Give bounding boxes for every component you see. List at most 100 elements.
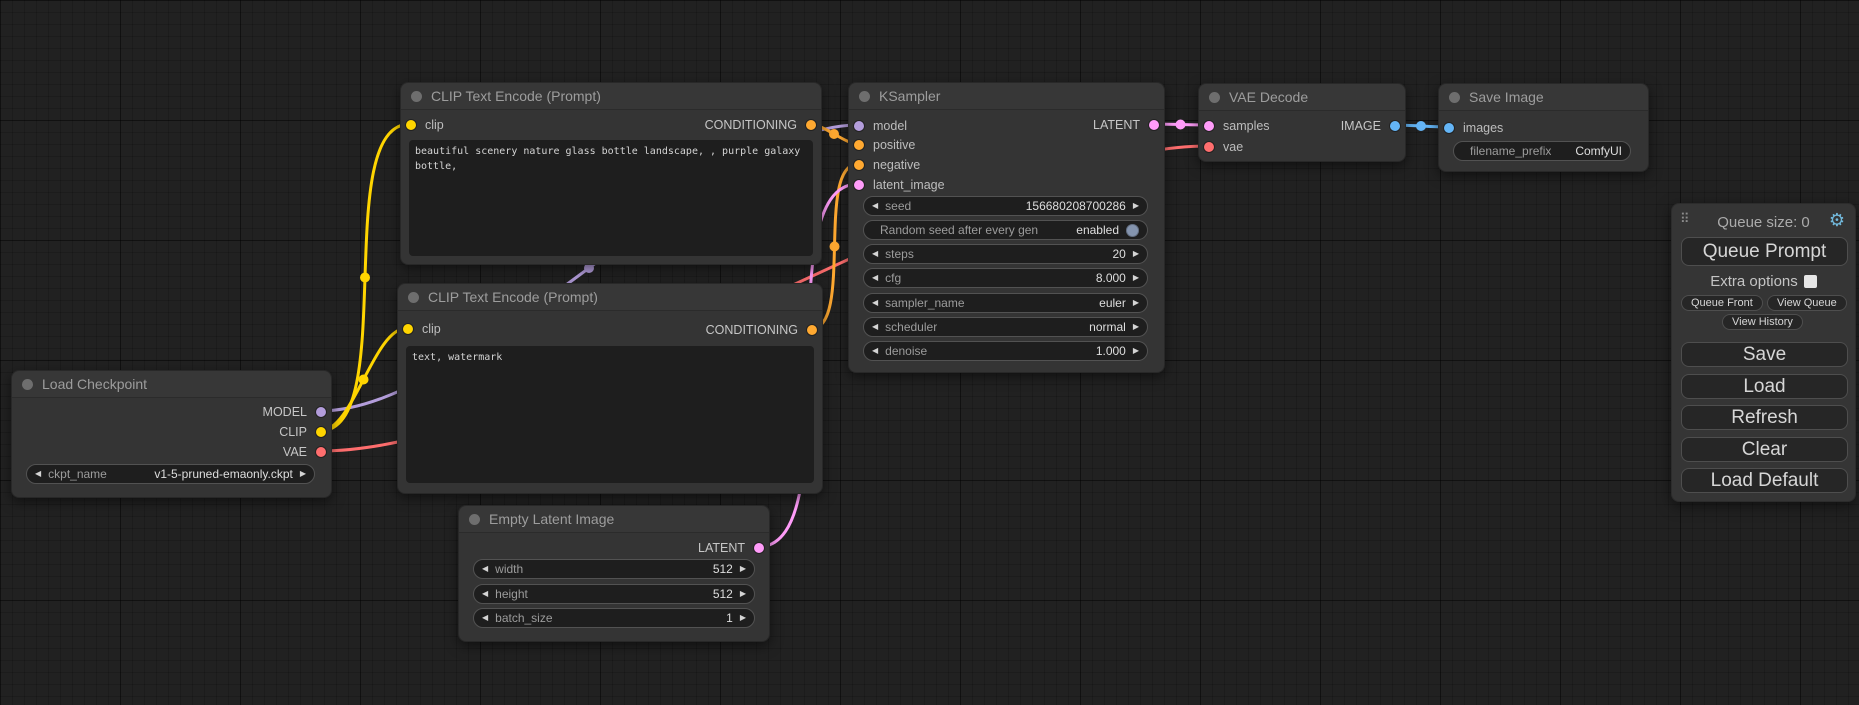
widget-ckpt-name[interactable]: ◀ ckpt_name v1-5-pruned-emaonly.ckpt ▶: [26, 464, 315, 484]
decrement-icon[interactable]: ◀: [872, 323, 878, 331]
conditioning-slot-dot[interactable]: [854, 140, 864, 150]
view-history-button[interactable]: View History: [1722, 314, 1803, 330]
node-empty-latent-image[interactable]: Empty Latent Image LATENT ◀ width 512 ▶ …: [458, 505, 770, 642]
decrement-icon[interactable]: ◀: [872, 250, 878, 258]
refresh-button[interactable]: Refresh: [1681, 405, 1848, 430]
decrement-icon[interactable]: ◀: [482, 565, 488, 573]
widget-label: height: [495, 587, 528, 601]
node-vae-decode[interactable]: VAE Decode samples vae IMAGE: [1198, 83, 1406, 162]
clip-slot-dot[interactable]: [316, 427, 326, 437]
node-header[interactable]: Load Checkpoint: [12, 371, 331, 398]
clear-button[interactable]: Clear: [1681, 437, 1848, 462]
slot-label: MODEL: [263, 405, 307, 419]
node-header[interactable]: CLIP Text Encode (Prompt): [401, 83, 821, 110]
node-clip-text-encode-negative[interactable]: CLIP Text Encode (Prompt) clip CONDITION…: [397, 283, 823, 494]
link-midpoint-dot: [829, 129, 839, 139]
node-title: Empty Latent Image: [489, 511, 614, 527]
link-midpoint-dot: [359, 375, 369, 385]
input-slot-negative: negative: [854, 155, 920, 175]
increment-icon[interactable]: ▶: [740, 614, 746, 622]
widget-height[interactable]: ◀ height 512 ▶: [473, 584, 755, 604]
widget-value: 8.000: [1088, 271, 1126, 285]
node-header[interactable]: Save Image: [1439, 84, 1648, 111]
collapse-dot-icon[interactable]: [22, 379, 33, 390]
conditioning-slot-dot[interactable]: [854, 160, 864, 170]
widget-sampler-name[interactable]: ◀ sampler_name euler ▶: [863, 293, 1148, 313]
decrement-icon[interactable]: ◀: [872, 274, 878, 282]
increment-icon[interactable]: ▶: [740, 565, 746, 573]
node-title: KSampler: [879, 88, 940, 104]
extra-options-checkbox[interactable]: [1804, 275, 1817, 288]
node-ksampler[interactable]: KSampler model positive negative latent_…: [848, 82, 1165, 373]
increment-icon[interactable]: ▶: [740, 590, 746, 598]
widget-seed[interactable]: ◀ seed 156680208700286 ▶: [863, 196, 1148, 216]
queue-front-button[interactable]: Queue Front: [1681, 295, 1763, 311]
node-graph-canvas[interactable]: Load Checkpoint MODEL CLIP VAE ◀ ckpt_na…: [0, 0, 1859, 705]
widget-steps[interactable]: ◀ steps 20 ▶: [863, 244, 1148, 264]
widget-label: ckpt_name: [48, 467, 107, 481]
widget-random-seed-toggle[interactable]: Random seed after every gen enabled: [863, 220, 1148, 240]
node-clip-text-encode-positive[interactable]: CLIP Text Encode (Prompt) clip CONDITION…: [400, 82, 822, 265]
output-slot-model: MODEL: [263, 402, 326, 422]
decrement-icon[interactable]: ◀: [872, 299, 878, 307]
save-button[interactable]: Save: [1681, 342, 1848, 367]
increment-icon[interactable]: ▶: [1133, 250, 1139, 258]
image-slot-dot[interactable]: [1444, 123, 1454, 133]
decrement-icon[interactable]: ◀: [482, 590, 488, 598]
latent-slot-dot[interactable]: [1204, 121, 1214, 131]
view-queue-button[interactable]: View Queue: [1767, 295, 1847, 311]
widget-cfg[interactable]: ◀ cfg 8.000 ▶: [863, 268, 1148, 288]
latent-slot-dot[interactable]: [1149, 120, 1159, 130]
increment-icon[interactable]: ▶: [1133, 274, 1139, 282]
collapse-dot-icon[interactable]: [469, 514, 480, 525]
node-header[interactable]: CLIP Text Encode (Prompt): [398, 284, 822, 311]
clip-slot-dot[interactable]: [403, 324, 413, 334]
decrement-icon[interactable]: ◀: [872, 347, 878, 355]
model-slot-dot[interactable]: [316, 407, 326, 417]
widget-scheduler[interactable]: ◀ scheduler normal ▶: [863, 317, 1148, 337]
prompt-text-input[interactable]: beautiful scenery nature glass bottle la…: [409, 140, 813, 256]
decrement-icon[interactable]: ◀: [482, 614, 488, 622]
collapse-dot-icon[interactable]: [1449, 92, 1460, 103]
link-midpoint-dot: [1176, 120, 1186, 130]
latent-slot-dot[interactable]: [854, 180, 864, 190]
node-load-checkpoint[interactable]: Load Checkpoint MODEL CLIP VAE ◀ ckpt_na…: [11, 370, 332, 498]
prompt-text-input[interactable]: text, watermark: [406, 346, 814, 483]
widget-label: seed: [885, 199, 911, 213]
increment-icon[interactable]: ▶: [1133, 347, 1139, 355]
decrement-icon[interactable]: ◀: [872, 202, 878, 210]
queue-prompt-button[interactable]: Queue Prompt: [1681, 237, 1848, 266]
toggle-circle-icon[interactable]: [1126, 224, 1139, 237]
vae-slot-dot[interactable]: [316, 447, 326, 457]
widget-batch-size[interactable]: ◀ batch_size 1 ▶: [473, 608, 755, 628]
node-header[interactable]: Empty Latent Image: [459, 506, 769, 533]
node-save-image[interactable]: Save Image images filename_prefix ComfyU…: [1438, 83, 1649, 172]
image-slot-dot[interactable]: [1390, 121, 1400, 131]
increment-icon[interactable]: ▶: [1133, 202, 1139, 210]
conditioning-slot-dot[interactable]: [807, 325, 817, 335]
increment-icon[interactable]: ▶: [1133, 299, 1139, 307]
decrement-icon[interactable]: ◀: [35, 470, 41, 478]
widget-denoise[interactable]: ◀ denoise 1.000 ▶: [863, 341, 1148, 361]
node-header[interactable]: VAE Decode: [1199, 84, 1405, 111]
collapse-dot-icon[interactable]: [408, 292, 419, 303]
conditioning-slot-dot[interactable]: [806, 120, 816, 130]
increment-icon[interactable]: ▶: [300, 470, 306, 478]
load-default-button[interactable]: Load Default: [1681, 468, 1848, 493]
latent-slot-dot[interactable]: [754, 543, 764, 553]
collapse-dot-icon[interactable]: [1209, 92, 1220, 103]
queue-size-label: Queue size: 0: [1672, 214, 1855, 231]
input-slot-clip: clip: [406, 115, 444, 135]
widget-filename-prefix[interactable]: filename_prefix ComfyUI: [1453, 141, 1631, 161]
clip-slot-dot[interactable]: [406, 120, 416, 130]
collapse-dot-icon[interactable]: [859, 91, 870, 102]
model-slot-dot[interactable]: [854, 121, 864, 131]
node-header[interactable]: KSampler: [849, 83, 1164, 110]
vae-slot-dot[interactable]: [1204, 142, 1214, 152]
load-button[interactable]: Load: [1681, 374, 1848, 399]
collapse-dot-icon[interactable]: [411, 91, 422, 102]
increment-icon[interactable]: ▶: [1133, 323, 1139, 331]
widget-width[interactable]: ◀ width 512 ▶: [473, 559, 755, 579]
gear-icon[interactable]: ⚙: [1829, 211, 1845, 229]
slot-label: LATENT: [698, 541, 745, 555]
